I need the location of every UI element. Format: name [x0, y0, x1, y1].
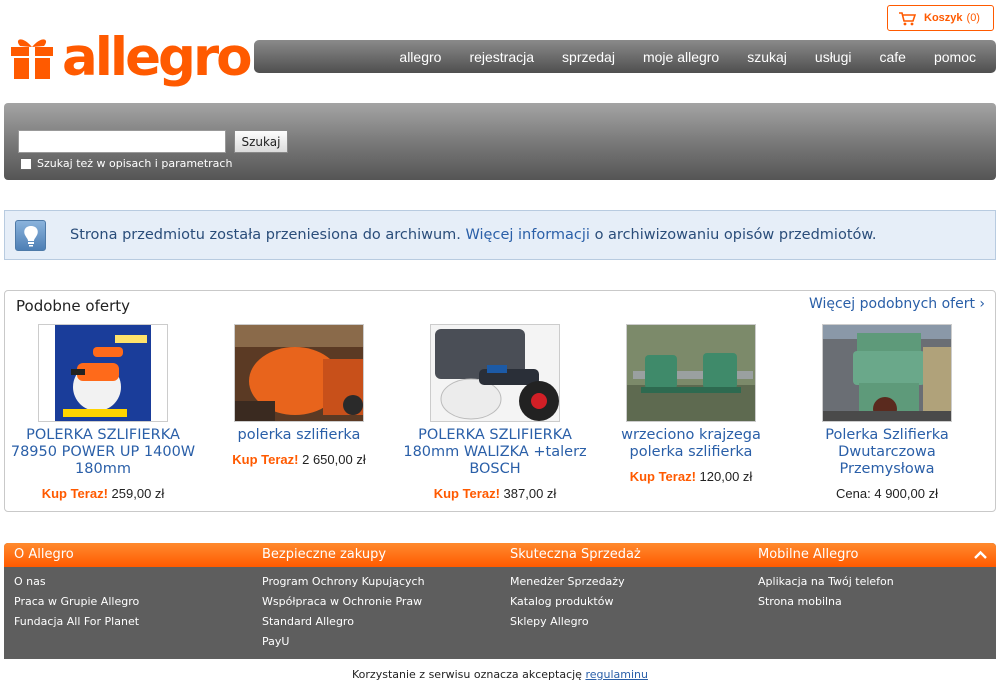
offer-card: POLERKA SZLIFIERKA 180mm WALIZKA +talerz… — [397, 324, 593, 501]
terms-link[interactable]: regulaminu — [585, 668, 648, 681]
footer-column-title: Skuteczna Sprzedaż — [510, 547, 641, 562]
logo-wordmark: allegro — [62, 26, 253, 88]
cart-button[interactable]: Koszyk (0) — [887, 5, 994, 31]
search-descriptions-checkbox[interactable] — [20, 158, 32, 170]
buy-now-label: Kup Teraz! — [41, 486, 108, 501]
cart-count: (0) — [966, 12, 980, 24]
nav-allegro[interactable]: allegro — [385, 49, 455, 65]
offer-price-value: 4 900,00 zł — [874, 486, 938, 501]
footer-column-title: Bezpieczne zakupy — [262, 547, 387, 562]
archive-info-banner: Strona przedmiotu została przeniesiona d… — [4, 210, 996, 260]
offer-title[interactable]: wrzeciono krajzega polerka szlifierka — [593, 427, 789, 461]
collapse-footer-icon[interactable] — [973, 548, 988, 563]
footer-link[interactable]: Program Ochrony Kupujących — [262, 575, 492, 595]
search-descriptions-label: Szukaj też w opisach i parametrach — [37, 157, 233, 170]
footer-link[interactable]: Standard Allegro — [262, 615, 492, 635]
footer-link[interactable]: PayU — [262, 635, 492, 655]
gift-logo-icon — [11, 39, 53, 79]
offer-price: Kup Teraz! 259,00 zł — [5, 486, 201, 501]
offer-title[interactable]: POLERKA SZLIFIERKA 180mm WALIZKA +talerz… — [397, 427, 593, 478]
offer-title[interactable]: Polerka Szlifierka Dwutarczowa Przemysło… — [789, 427, 985, 478]
footer-column-mobilne-allegro: Mobilne Allegro Aplikacja na Twój telefo… — [748, 543, 988, 615]
footer-column-bezpieczne-zakupy: Bezpieczne zakupy Program Ochrony Kupują… — [252, 543, 492, 655]
offer-price: Kup Teraz! 120,00 zł — [593, 469, 789, 484]
offer-title[interactable]: polerka szlifierka — [201, 427, 397, 444]
offer-price-value: 2 650,00 zł — [302, 452, 366, 467]
offer-card: polerka szlifierka Kup Teraz! 2 650,00 z… — [201, 324, 397, 467]
offer-thumbnail[interactable] — [430, 324, 560, 422]
nav-pomoc[interactable]: pomoc — [920, 49, 990, 65]
footer-link[interactable]: Sklepy Allegro — [510, 615, 740, 635]
buy-now-label: Kup Teraz! — [433, 486, 500, 501]
archive-message-text: Strona przedmiotu została przeniesiona d… — [70, 227, 461, 243]
cart-icon — [899, 11, 916, 25]
footer-link[interactable]: Menedżer Sprzedaży — [510, 575, 740, 595]
more-similar-offers-link[interactable]: Więcej podobnych ofert › — [809, 296, 985, 312]
more-info-link[interactable]: Więcej informacji — [466, 227, 590, 243]
search-input[interactable] — [18, 130, 226, 153]
offer-thumbnail[interactable] — [38, 324, 168, 422]
footer-column-title: Mobilne Allegro — [758, 547, 859, 562]
footer-link[interactable]: Współpraca w Ochronie Praw — [262, 595, 492, 615]
offer-price: Kup Teraz! 2 650,00 zł — [201, 452, 397, 467]
offer-price-value: 259,00 zł — [111, 486, 165, 501]
footer-link[interactable]: O nas — [14, 575, 244, 595]
lightbulb-icon — [15, 220, 46, 251]
nav-rejestracja[interactable]: rejestracja — [455, 49, 548, 65]
search-bar: Szukaj Szukaj też w opisach i parametrac… — [4, 103, 996, 180]
main-navigation: allegro rejestracja sprzedaj moje allegr… — [254, 40, 996, 73]
nav-uslugi[interactable]: usługi — [801, 49, 866, 65]
price-label: Cena: — [836, 486, 871, 501]
offer-thumbnail[interactable] — [822, 324, 952, 422]
terms-text: Korzystanie z serwisu oznacza akceptację — [352, 668, 582, 681]
buy-now-label: Kup Teraz! — [232, 452, 299, 467]
footer-link[interactable]: Praca w Grupie Allegro — [14, 595, 244, 615]
offer-price: Kup Teraz! 387,00 zł — [397, 486, 593, 501]
nav-szukaj[interactable]: szukaj — [733, 49, 801, 65]
offer-card: Polerka Szlifierka Dwutarczowa Przemysło… — [789, 324, 985, 501]
footer-column-o-allegro: O Allegro O nas Praca w Grupie Allegro F… — [4, 543, 244, 635]
offer-card: POLERKA SZLIFIERKA 78950 POWER UP 1400W … — [5, 324, 201, 501]
allegro-logo[interactable]: allegro — [8, 26, 253, 88]
nav-sprzedaj[interactable]: sprzedaj — [548, 49, 629, 65]
offer-price: Cena: 4 900,00 zł — [789, 486, 985, 501]
offer-price-value: 120,00 zł — [699, 469, 753, 484]
search-button[interactable]: Szukaj — [234, 130, 288, 153]
offer-price-value: 387,00 zł — [503, 486, 557, 501]
footer: O Allegro O nas Praca w Grupie Allegro F… — [4, 543, 996, 659]
nav-moje-allegro[interactable]: moje allegro — [629, 49, 733, 65]
terms-notice: Korzystanie z serwisu oznacza akceptację… — [0, 668, 1000, 681]
cart-label: Koszyk — [924, 12, 963, 24]
archive-message: Strona przedmiotu została przeniesiona d… — [70, 227, 877, 243]
footer-column-title: O Allegro — [14, 547, 74, 562]
footer-link[interactable]: Fundacja All For Planet — [14, 615, 244, 635]
footer-link[interactable]: Aplikacja na Twój telefon — [758, 575, 988, 595]
archive-message-text-end: o archiwizowaniu opisów przedmiotów. — [594, 227, 877, 243]
similar-offers-panel: Podobne oferty Więcej podobnych ofert › … — [4, 290, 996, 512]
offer-card: wrzeciono krajzega polerka szlifierka Ku… — [593, 324, 789, 484]
footer-link[interactable]: Katalog produktów — [510, 595, 740, 615]
offer-thumbnail[interactable] — [234, 324, 364, 422]
offer-title[interactable]: POLERKA SZLIFIERKA 78950 POWER UP 1400W … — [5, 427, 201, 478]
offer-thumbnail[interactable] — [626, 324, 756, 422]
nav-cafe[interactable]: cafe — [866, 49, 920, 65]
buy-now-label: Kup Teraz! — [629, 469, 696, 484]
footer-column-skuteczna-sprzedaz: Skuteczna Sprzedaż Menedżer Sprzedaży Ka… — [500, 543, 740, 635]
footer-link[interactable]: Strona mobilna — [758, 595, 988, 615]
similar-offers-title: Podobne oferty — [16, 297, 131, 315]
